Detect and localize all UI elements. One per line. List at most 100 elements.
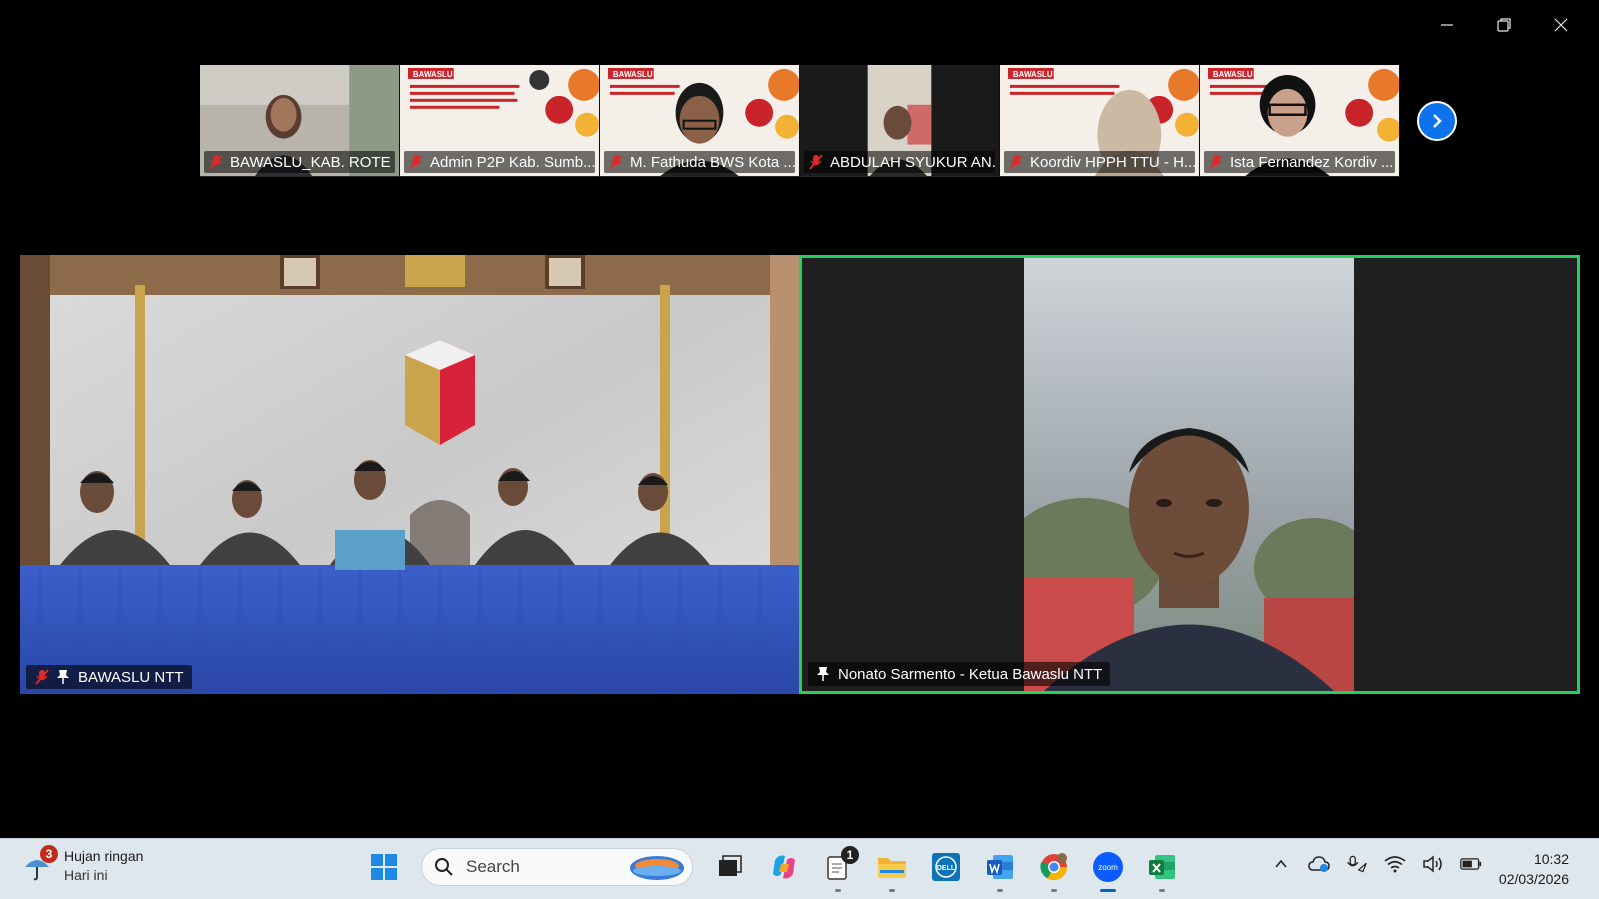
thumb-banner-text: BAWASLU xyxy=(1013,70,1053,79)
participant-video xyxy=(1024,258,1354,691)
participant-name: Admin P2P Kab. Sumb... xyxy=(430,153,595,171)
word-button[interactable] xyxy=(983,850,1017,892)
muted-mic-icon xyxy=(609,154,623,170)
participant-thumb[interactable]: ABDULAH SYUKUR AN... xyxy=(800,65,1000,177)
participant-name-label: ABDULAH SYUKUR AN... xyxy=(804,151,995,173)
zoom-icon: zoom xyxy=(1093,852,1123,882)
participant-strip: BAWASLU_KAB. ROTE ... BAWASLU Admin P2P … xyxy=(200,65,1400,177)
close-button[interactable] xyxy=(1532,8,1589,42)
muted-mic-icon xyxy=(35,669,49,685)
video-name-label: BAWASLU NTT xyxy=(26,665,192,689)
notepad-button[interactable]: 1 xyxy=(821,846,859,892)
notification-badge: 1 xyxy=(841,846,859,864)
chevron-up-icon xyxy=(1275,859,1287,868)
video-participant-name: BAWASLU NTT xyxy=(78,668,184,686)
word-icon xyxy=(987,855,1013,879)
running-indicator xyxy=(997,889,1003,892)
volume-button[interactable] xyxy=(1422,853,1444,875)
running-indicator xyxy=(835,889,841,892)
taskbar: 3 Hujan ringan Hari ini Search 1 DELL zo… xyxy=(0,838,1599,899)
participant-thumb[interactable]: BAWASLU_KAB. ROTE ... xyxy=(200,65,400,177)
muted-mic-icon xyxy=(809,154,823,170)
windows-logo-icon xyxy=(371,854,397,880)
battery-button[interactable] xyxy=(1460,853,1482,875)
restore-icon xyxy=(1496,18,1511,32)
taskbar-search[interactable]: Search xyxy=(421,848,693,886)
wifi-button[interactable] xyxy=(1384,853,1406,875)
excel-icon xyxy=(1149,855,1175,879)
restore-button[interactable] xyxy=(1475,8,1532,42)
microphone-icon xyxy=(1347,855,1367,873)
muted-mic-icon xyxy=(1209,154,1223,170)
participant-name-label: M. Fathuda BWS Kota ... xyxy=(604,151,795,173)
onedrive-button[interactable] xyxy=(1308,853,1330,875)
task-view-icon xyxy=(719,855,742,876)
dell-app-button[interactable]: DELL xyxy=(929,850,963,884)
running-indicator xyxy=(1159,889,1165,892)
rain-umbrella-icon: 3 xyxy=(22,845,58,881)
weather-widget[interactable]: 3 Hujan ringan Hari ini xyxy=(22,845,143,885)
search-icon xyxy=(435,858,453,876)
active-indicator xyxy=(1100,889,1116,892)
weather-title: Hujan ringan xyxy=(64,848,144,864)
dell-icon: DELL xyxy=(932,853,960,881)
copilot-icon xyxy=(773,855,795,879)
excel-button[interactable] xyxy=(1145,850,1179,892)
muted-mic-icon xyxy=(209,154,223,170)
dell-label: DELL xyxy=(937,865,956,872)
zoom-button[interactable]: zoom xyxy=(1091,850,1125,892)
weather-subtitle: Hari ini xyxy=(64,867,108,883)
muted-mic-icon xyxy=(1009,154,1023,170)
clock-date: 02/03/2026 xyxy=(1498,871,1569,887)
close-icon xyxy=(1554,18,1567,32)
minimize-button[interactable] xyxy=(1418,8,1475,42)
participant-thumb[interactable]: BAWASLU Ista Fernandez Kordiv ... xyxy=(1200,65,1400,177)
search-placeholder: Search xyxy=(466,857,520,876)
zoom-meeting-window: BAWASLU_KAB. ROTE ... BAWASLU Admin P2P … xyxy=(0,0,1599,838)
participant-name: Ista Fernandez Kordiv ... xyxy=(1230,153,1394,171)
thumb-banner-text: BAWASLU xyxy=(1213,70,1253,79)
pin-icon xyxy=(817,667,829,681)
system-tray xyxy=(1270,853,1482,875)
participant-name: Koordiv HPPH TTU - H... xyxy=(1030,153,1195,171)
task-view-button[interactable] xyxy=(713,850,747,884)
folder-icon xyxy=(878,858,906,878)
pin-icon xyxy=(57,670,69,684)
main-video-right[interactable]: Nonato Sarmento - Ketua Bawaslu NTT xyxy=(799,255,1580,694)
participant-name-label: Admin P2P Kab. Sumb... xyxy=(404,151,595,173)
cloud-info-icon xyxy=(1308,856,1330,872)
running-indicator xyxy=(889,889,895,892)
file-explorer-button[interactable] xyxy=(875,850,909,892)
start-button[interactable] xyxy=(367,850,401,884)
show-hidden-icons-button[interactable] xyxy=(1270,853,1292,875)
participant-name-label: Ista Fernandez Kordiv ... xyxy=(1204,151,1395,173)
speaker-icon xyxy=(1423,855,1442,873)
thumb-banner-text: BAWASLU xyxy=(413,70,453,79)
muted-mic-icon xyxy=(409,154,423,170)
battery-icon xyxy=(1460,858,1482,870)
weather-text: Hujan ringan Hari ini xyxy=(64,847,143,885)
running-indicator xyxy=(1051,889,1057,892)
video-participant-name: Nonato Sarmento - Ketua Bawaslu NTT xyxy=(838,665,1103,683)
chevron-right-icon xyxy=(1433,114,1442,128)
next-page-button[interactable] xyxy=(1417,101,1457,141)
participant-name-label: BAWASLU_KAB. ROTE ... xyxy=(204,151,395,173)
participant-name: ABDULAH SYUKUR AN... xyxy=(830,153,995,171)
video-name-label: Nonato Sarmento - Ketua Bawaslu NTT xyxy=(808,662,1111,686)
microphone-in-use-button[interactable] xyxy=(1346,853,1368,875)
clock[interactable]: 10:32 02/03/2026 xyxy=(1499,849,1569,889)
participant-thumb[interactable]: BAWASLU Admin P2P Kab. Sumb... xyxy=(400,65,600,177)
participant-name: M. Fathuda BWS Kota ... xyxy=(630,153,795,171)
chrome-icon xyxy=(1040,853,1068,881)
participant-name: BAWASLU_KAB. ROTE ... xyxy=(230,153,395,171)
copilot-button[interactable] xyxy=(767,850,801,884)
wifi-icon xyxy=(1384,856,1406,873)
window-controls xyxy=(1418,8,1589,42)
taskbar-apps: Search 1 DELL zoom xyxy=(367,846,1179,892)
main-video-left[interactable]: BAWASLU NTT xyxy=(20,255,800,694)
participant-video xyxy=(20,255,800,694)
zoom-label: zoom xyxy=(1098,863,1118,872)
participant-thumb[interactable]: BAWASLU Koordiv HPPH TTU - H... xyxy=(1000,65,1200,177)
participant-thumb[interactable]: BAWASLU M. Fathuda BWS Kota ... xyxy=(600,65,800,177)
chrome-button[interactable] xyxy=(1037,850,1071,892)
